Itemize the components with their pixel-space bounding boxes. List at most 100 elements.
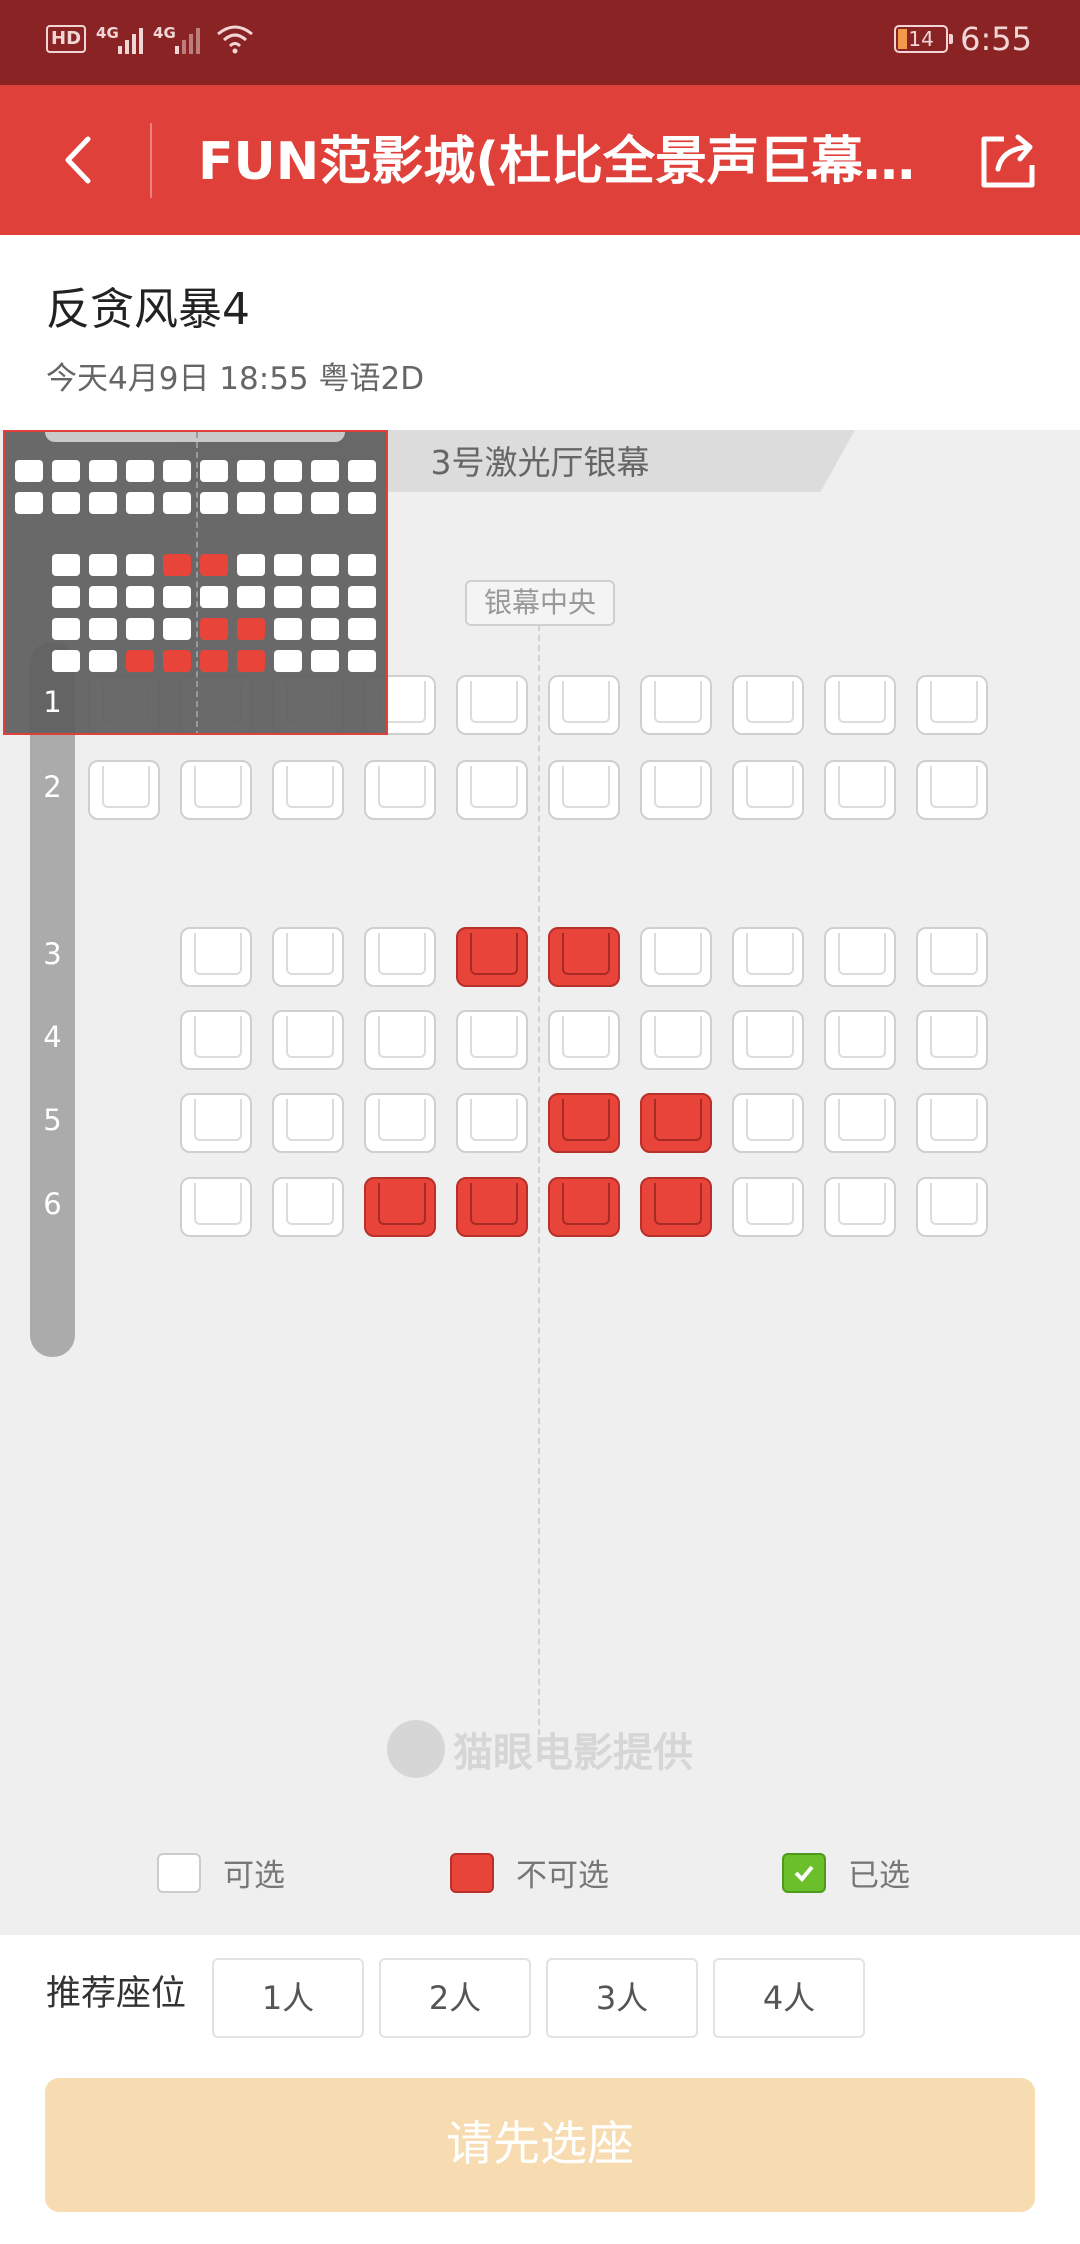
seat-available[interactable] <box>732 760 804 820</box>
minimap-seat <box>52 650 80 672</box>
minimap-seat <box>15 460 43 482</box>
minimap-seat <box>200 650 228 672</box>
share-icon[interactable] <box>976 127 1042 193</box>
minimap-seat <box>126 618 154 640</box>
seat-available[interactable] <box>916 1177 988 1237</box>
minimap-seat <box>311 618 339 640</box>
seat-available[interactable] <box>88 760 160 820</box>
seat-available[interactable] <box>640 760 712 820</box>
seat-available[interactable] <box>916 1093 988 1153</box>
recommend-panel: 推荐座位 1人 2人 3人 4人 请先选座 <box>0 1935 1080 2244</box>
clock: 6:55 <box>960 20 1032 58</box>
seat-available[interactable] <box>180 1177 252 1237</box>
seat-available[interactable] <box>916 1010 988 1070</box>
minimap-seat <box>348 650 376 672</box>
legend-unavailable: 不可选 <box>450 1850 609 1895</box>
minimap-seat <box>274 618 302 640</box>
recommend-1-button[interactable]: 1人 <box>212 1958 364 2038</box>
seat-available[interactable] <box>272 1093 344 1153</box>
seat-available[interactable] <box>824 1177 896 1237</box>
minimap-seat <box>163 618 191 640</box>
seat-available[interactable] <box>916 760 988 820</box>
minimap-seat <box>311 460 339 482</box>
seat-available[interactable] <box>824 675 896 735</box>
row-number: 4 <box>43 1020 62 1054</box>
seat-available[interactable] <box>180 1010 252 1070</box>
seat-available[interactable] <box>456 675 528 735</box>
minimap-seat <box>126 586 154 608</box>
select-seat-button[interactable]: 请先选座 <box>45 2078 1035 2212</box>
seat-available[interactable] <box>824 1010 896 1070</box>
minimap-seat <box>126 554 154 576</box>
minimap-seat <box>274 492 302 514</box>
minimap-center-line <box>196 432 198 733</box>
seat-available[interactable] <box>732 927 804 987</box>
seat-available[interactable] <box>364 760 436 820</box>
recommend-label: 推荐座位 <box>46 1974 187 2014</box>
seat-available[interactable] <box>732 1010 804 1070</box>
seat-available[interactable] <box>272 1177 344 1237</box>
seat-available[interactable] <box>824 927 896 987</box>
seat-available[interactable] <box>732 675 804 735</box>
minimap-seat <box>237 554 265 576</box>
battery-icon: 14 <box>894 25 954 53</box>
recommend-2-button[interactable]: 2人 <box>379 1958 531 2038</box>
minimap-seat <box>311 650 339 672</box>
minimap-seat <box>274 650 302 672</box>
seat-available[interactable] <box>732 1177 804 1237</box>
minimap-seat <box>52 492 80 514</box>
seat-available[interactable] <box>548 760 620 820</box>
seat-available[interactable] <box>824 1093 896 1153</box>
seat-available[interactable] <box>640 675 712 735</box>
seat-available[interactable] <box>640 927 712 987</box>
watermark: 猫眼电影提供 <box>0 1720 1080 1778</box>
seat-available[interactable] <box>272 760 344 820</box>
seat-available[interactable] <box>180 927 252 987</box>
row-number-rail <box>30 642 75 1357</box>
minimap-seat <box>163 554 191 576</box>
minimap-seat <box>89 554 117 576</box>
minimap-seat <box>274 554 302 576</box>
seat-available[interactable] <box>824 760 896 820</box>
seat-available[interactable] <box>456 1010 528 1070</box>
minimap-seat <box>52 554 80 576</box>
minimap-seat <box>126 492 154 514</box>
seat-available[interactable] <box>548 1010 620 1070</box>
minimap-seat <box>126 460 154 482</box>
seat-available[interactable] <box>916 927 988 987</box>
recommend-3-button[interactable]: 3人 <box>546 1958 698 2038</box>
seat-available[interactable] <box>180 1093 252 1153</box>
seat-available[interactable] <box>272 1010 344 1070</box>
seat-available[interactable] <box>456 1093 528 1153</box>
row-number: 1 <box>43 685 62 719</box>
minimap-seat <box>348 586 376 608</box>
seat-available[interactable] <box>364 1010 436 1070</box>
seat-available[interactable] <box>272 927 344 987</box>
minimap-seat <box>15 492 43 514</box>
minimap-seat <box>89 650 117 672</box>
minimap-seat <box>311 492 339 514</box>
recommend-4-button[interactable]: 4人 <box>713 1958 865 2038</box>
minimap-seat <box>200 492 228 514</box>
seat-available[interactable] <box>732 1093 804 1153</box>
seat-unavailable <box>456 1177 528 1237</box>
back-icon[interactable] <box>50 125 120 195</box>
seat-available[interactable] <box>548 675 620 735</box>
seat-available[interactable] <box>456 760 528 820</box>
unavailable-seat-icon <box>450 1852 494 1893</box>
network-type-label: 4G <box>96 24 119 42</box>
seat-available[interactable] <box>916 675 988 735</box>
seat-legend: 可选 不可选 已选 <box>0 1850 1080 1910</box>
seat-available[interactable] <box>364 927 436 987</box>
minimap-seat <box>163 650 191 672</box>
minimap-seat <box>89 492 117 514</box>
minimap-screen <box>45 432 345 442</box>
minimap-seat <box>237 492 265 514</box>
seat-available[interactable] <box>364 1093 436 1153</box>
maoyan-logo-icon <box>387 1720 445 1778</box>
seat-available[interactable] <box>640 1010 712 1070</box>
row-number: 2 <box>43 770 62 804</box>
minimap-seat <box>274 586 302 608</box>
selected-seat-icon <box>782 1852 826 1893</box>
seat-available[interactable] <box>180 760 252 820</box>
